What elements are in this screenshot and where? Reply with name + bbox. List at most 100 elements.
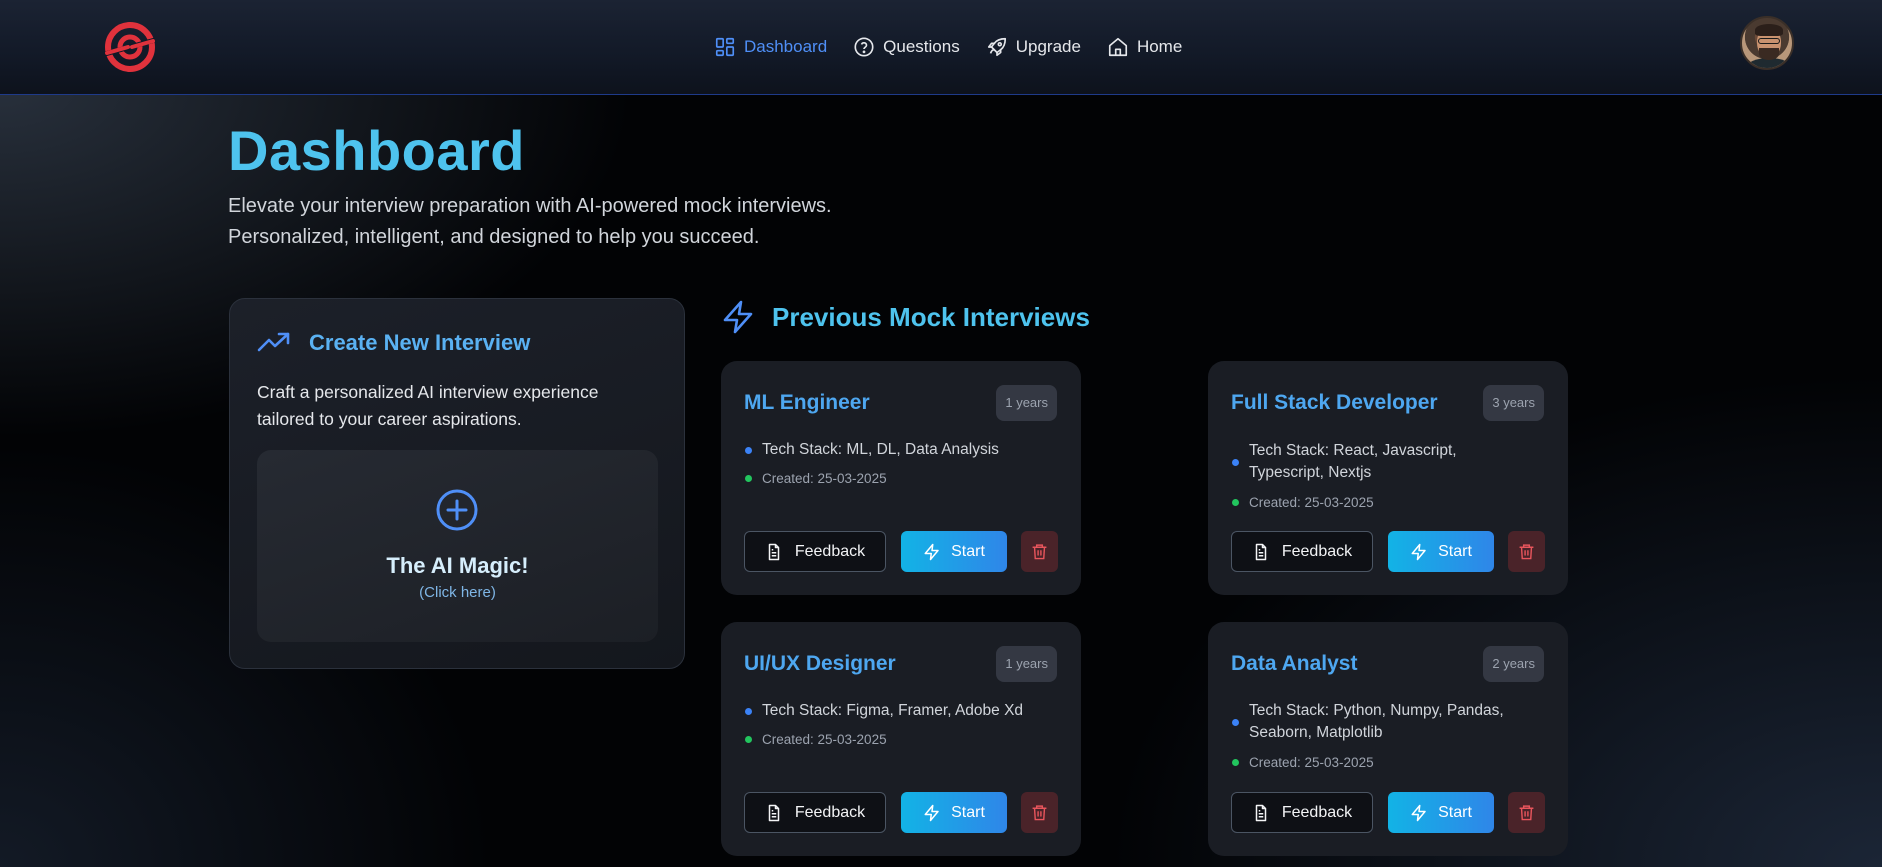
feedback-button[interactable]: Feedback bbox=[744, 531, 886, 572]
interview-card: Data Analyst 2 years Tech Stack: Python,… bbox=[1208, 622, 1568, 856]
created-date-text: Created: 25-03-2025 bbox=[1249, 755, 1374, 770]
nav-questions[interactable]: Questions bbox=[853, 36, 960, 58]
interview-title: Data Analyst bbox=[1231, 652, 1358, 675]
experience-badge: 1 years bbox=[996, 646, 1057, 682]
tech-stack: Tech Stack: Figma, Framer, Adobe Xd bbox=[745, 700, 1055, 722]
ai-magic-title: The AI Magic! bbox=[386, 553, 529, 578]
page-title: Dashboard bbox=[228, 119, 525, 182]
feedback-button-label: Feedback bbox=[794, 542, 866, 560]
lightning-icon bbox=[924, 804, 939, 821]
lightning-icon bbox=[1411, 804, 1426, 821]
nav-questions-label: Questions bbox=[883, 37, 960, 56]
start-button[interactable]: Start bbox=[1388, 792, 1494, 833]
delete-button[interactable] bbox=[1021, 792, 1058, 833]
interview-card: Full Stack Developer 3 years Tech Stack:… bbox=[1208, 361, 1568, 595]
tech-stack-text: Tech Stack: React, Javascript, Typescrip… bbox=[1249, 442, 1457, 481]
created-bullet bbox=[1232, 759, 1239, 766]
ai-magic-button[interactable]: The AI Magic! (Click here) bbox=[257, 450, 658, 642]
document-icon bbox=[768, 543, 780, 560]
page-subtitle-line-1: Elevate your interview preparation with … bbox=[228, 195, 832, 217]
start-button-label: Start bbox=[1438, 542, 1472, 560]
created-date-text: Created: 25-03-2025 bbox=[762, 732, 887, 747]
tech-stack-bullet bbox=[745, 707, 752, 715]
lightning-icon bbox=[1411, 543, 1426, 560]
user-avatar[interactable] bbox=[1740, 16, 1794, 70]
created-date-text: Created: 25-03-2025 bbox=[762, 471, 887, 486]
feedback-button-label: Feedback bbox=[1281, 803, 1353, 821]
tech-stack-text: Tech Stack: Figma, Framer, Adobe Xd bbox=[762, 702, 1024, 719]
plus-circle-icon bbox=[436, 489, 478, 531]
start-button[interactable]: Start bbox=[1388, 531, 1494, 572]
feedback-button-label: Feedback bbox=[794, 803, 866, 821]
main-nav: Dashboard Questions Upgrade Home bbox=[714, 33, 1208, 61]
page-subtitle: Elevate your interview preparation with … bbox=[228, 191, 832, 253]
create-interview-card: Create New Interview Craft a personalize… bbox=[229, 298, 685, 669]
trash-icon bbox=[1032, 544, 1047, 560]
tech-stack: Tech Stack: React, Javascript, Typescrip… bbox=[1232, 440, 1532, 484]
interview-card: ML Engineer 1 years Tech Stack: ML, DL, … bbox=[721, 361, 1081, 595]
trash-icon bbox=[1032, 805, 1047, 821]
tech-stack: Tech Stack: ML, DL, Data Analysis bbox=[745, 439, 1045, 461]
document-icon bbox=[1255, 543, 1267, 560]
tech-stack-bullet bbox=[1232, 458, 1239, 466]
trending-up-icon bbox=[257, 332, 290, 352]
ai-magic-subtitle: (Click here) bbox=[419, 584, 496, 601]
start-button[interactable]: Start bbox=[901, 792, 1007, 833]
created-date-text: Created: 25-03-2025 bbox=[1249, 495, 1374, 510]
nav-dashboard-label: Dashboard bbox=[744, 37, 828, 56]
top-navbar: Dashboard Questions Upgrade Home bbox=[0, 0, 1882, 95]
question-circle-icon bbox=[854, 37, 874, 57]
tech-stack: Tech Stack: Python, Numpy, Pandas, Seabo… bbox=[1232, 700, 1532, 744]
created-bullet bbox=[745, 736, 752, 743]
nav-home[interactable]: Home bbox=[1107, 36, 1182, 58]
nav-dashboard[interactable]: Dashboard bbox=[714, 36, 827, 58]
nav-upgrade-label: Upgrade bbox=[1015, 37, 1081, 56]
experience-badge: 1 years bbox=[996, 385, 1057, 421]
interview-card: UI/UX Designer 1 years Tech Stack: Figma… bbox=[721, 622, 1081, 856]
start-button[interactable]: Start bbox=[901, 531, 1007, 572]
feedback-button[interactable]: Feedback bbox=[1231, 792, 1373, 833]
document-icon bbox=[1255, 804, 1267, 821]
rocket-icon bbox=[987, 37, 1006, 57]
tech-stack-bullet bbox=[1232, 718, 1239, 726]
feedback-button[interactable]: Feedback bbox=[744, 792, 886, 833]
created-date: Created: 25-03-2025 bbox=[1232, 495, 1374, 510]
delete-button[interactable] bbox=[1021, 531, 1058, 572]
tech-stack-text: Tech Stack: ML, DL, Data Analysis bbox=[762, 441, 999, 458]
trash-icon bbox=[1519, 544, 1534, 560]
page-subtitle-line-2: Personalized, intelligent, and designed … bbox=[228, 226, 760, 248]
experience-badge: 3 years bbox=[1483, 385, 1544, 421]
delete-button[interactable] bbox=[1508, 531, 1545, 572]
lightning-icon bbox=[924, 543, 939, 560]
nav-upgrade[interactable]: Upgrade bbox=[986, 36, 1081, 58]
delete-button[interactable] bbox=[1508, 792, 1545, 833]
previous-interviews-title: Previous Mock Interviews bbox=[772, 301, 1090, 332]
created-bullet bbox=[1232, 499, 1239, 506]
interview-title: ML Engineer bbox=[744, 391, 870, 414]
start-button-label: Start bbox=[1438, 803, 1472, 821]
tech-stack-bullet bbox=[745, 446, 752, 454]
create-interview-title: Create New Interview bbox=[309, 330, 531, 355]
start-button-label: Start bbox=[951, 542, 985, 560]
previous-interviews-header: Previous Mock Interviews bbox=[722, 300, 1090, 334]
created-date: Created: 25-03-2025 bbox=[745, 732, 887, 747]
trash-icon bbox=[1519, 805, 1534, 821]
nav-home-label: Home bbox=[1136, 37, 1183, 56]
lightning-icon bbox=[723, 300, 753, 334]
created-bullet bbox=[745, 475, 752, 482]
dashboard-grid-icon bbox=[715, 37, 735, 57]
created-date: Created: 25-03-2025 bbox=[1232, 755, 1374, 770]
create-interview-description: Craft a personalized AI interview experi… bbox=[257, 382, 599, 429]
home-icon bbox=[1108, 37, 1128, 57]
app-logo-icon[interactable] bbox=[101, 18, 159, 76]
interview-title: Full Stack Developer bbox=[1231, 391, 1438, 414]
created-date: Created: 25-03-2025 bbox=[745, 471, 887, 486]
document-icon bbox=[768, 804, 780, 821]
feedback-button[interactable]: Feedback bbox=[1231, 531, 1373, 572]
tech-stack-text: Tech Stack: Python, Numpy, Pandas, Seabo… bbox=[1249, 702, 1504, 741]
create-interview-header: Create New Interview bbox=[257, 330, 530, 356]
experience-badge: 2 years bbox=[1483, 646, 1544, 682]
feedback-button-label: Feedback bbox=[1281, 542, 1353, 560]
interview-title: UI/UX Designer bbox=[744, 652, 896, 675]
start-button-label: Start bbox=[951, 803, 985, 821]
